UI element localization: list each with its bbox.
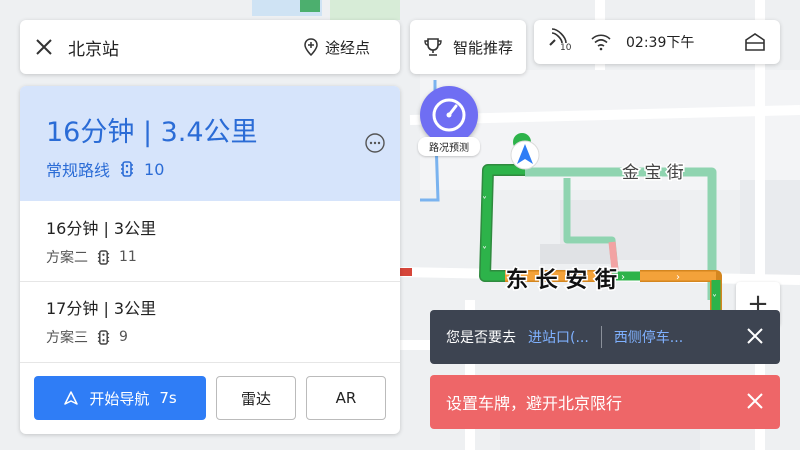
wifi-icon	[591, 34, 611, 51]
traffic-light-icon	[97, 329, 110, 345]
close-button[interactable]	[20, 20, 68, 74]
traffic-light-icon	[97, 249, 110, 265]
traffic-forecast-button[interactable]: 路况预测	[418, 86, 480, 156]
route-summary: 17分钟 | 3公里	[46, 299, 157, 318]
route-option-3[interactable]: 17分钟 | 3公里 方案三 9	[20, 281, 400, 361]
svg-text:˅: ˅	[712, 293, 717, 305]
signal-indicator: 10	[546, 27, 576, 57]
signal-count-badge: 10	[560, 43, 572, 53]
suggestion-option-entrance[interactable]: 进站口(...	[528, 327, 589, 347]
close-icon	[36, 39, 52, 55]
route-subtitle: 方案三 9	[46, 327, 128, 347]
destination-suggestion: 您是否要去 进站口(... 西侧停车...	[430, 310, 780, 364]
traffic-light-icon	[121, 161, 134, 177]
svg-text:˅: ˅	[482, 195, 487, 207]
home-icon[interactable]	[744, 32, 766, 52]
suggestion-question: 您是否要去	[446, 330, 516, 346]
divider	[600, 326, 602, 348]
start-navigation-label: 开始导航	[89, 389, 150, 408]
waypoint-button[interactable]: 途经点	[303, 37, 370, 58]
route-option-selected[interactable]: 16分钟 | 3.4公里 常规路线 10	[20, 86, 400, 201]
divider	[20, 362, 400, 363]
poi-marker	[400, 268, 412, 276]
park-marker	[300, 0, 320, 12]
route-panel: 16分钟 | 3.4公里 常规路线 10 16分钟 | 3公里 方案二 11 1…	[20, 86, 400, 434]
route-option-2[interactable]: 16分钟 | 3公里 方案二 11	[20, 201, 400, 281]
route-summary: 16分钟 | 3公里	[46, 219, 157, 238]
license-plate-message: 设置车牌，避开北京限行	[446, 394, 623, 413]
status-bar: 10 02:39下午	[534, 20, 780, 64]
svg-text:›: ›	[621, 272, 625, 283]
park-area	[330, 0, 400, 20]
close-icon[interactable]	[744, 325, 766, 347]
close-icon[interactable]	[744, 390, 766, 412]
route-type: 常规路线	[46, 161, 111, 180]
route-subtitle: 方案二 11	[46, 247, 137, 267]
waypoint-label: 途经点	[324, 38, 370, 57]
route-summary: 16分钟 | 3.4公里	[46, 117, 258, 148]
road-label-north: 金 宝 街	[622, 163, 684, 183]
route-subtitle: 常规路线 10	[46, 157, 164, 181]
add-location-icon	[304, 38, 318, 56]
radar-button[interactable]: 雷达	[216, 376, 296, 420]
road-label-main: 东 长 安 街	[506, 267, 617, 293]
traffic-light-count: 10	[144, 159, 165, 179]
svg-text:›: ›	[676, 272, 680, 283]
suggestion-option-parking[interactable]: 西侧停车...	[614, 327, 683, 347]
clock-time: 02:39下午	[626, 35, 695, 51]
speedometer-icon	[420, 86, 478, 144]
info-icon[interactable]	[364, 132, 386, 154]
smart-recommend-label: 智能推荐	[452, 38, 513, 57]
start-navigation-button[interactable]: 开始导航 7s	[34, 376, 206, 420]
route-name: 方案三	[46, 330, 88, 346]
ar-button[interactable]: AR	[306, 376, 386, 420]
smart-recommend-button[interactable]: 智能推荐	[410, 20, 526, 74]
navigation-arrow-icon	[64, 391, 79, 405]
search-bar: 北京站 途经点	[20, 20, 400, 74]
destination-text[interactable]: 北京站	[68, 35, 303, 60]
traffic-forecast-label: 路况预测	[418, 137, 480, 156]
license-plate-banner[interactable]: 设置车牌，避开北京限行	[430, 375, 780, 429]
traffic-light-count: 9	[119, 329, 128, 345]
svg-text:˅: ˅	[482, 245, 487, 257]
route-name: 方案二	[46, 250, 88, 266]
trophy-icon	[424, 38, 442, 56]
traffic-light-count: 11	[119, 249, 137, 265]
countdown-label: 7s	[159, 389, 177, 407]
